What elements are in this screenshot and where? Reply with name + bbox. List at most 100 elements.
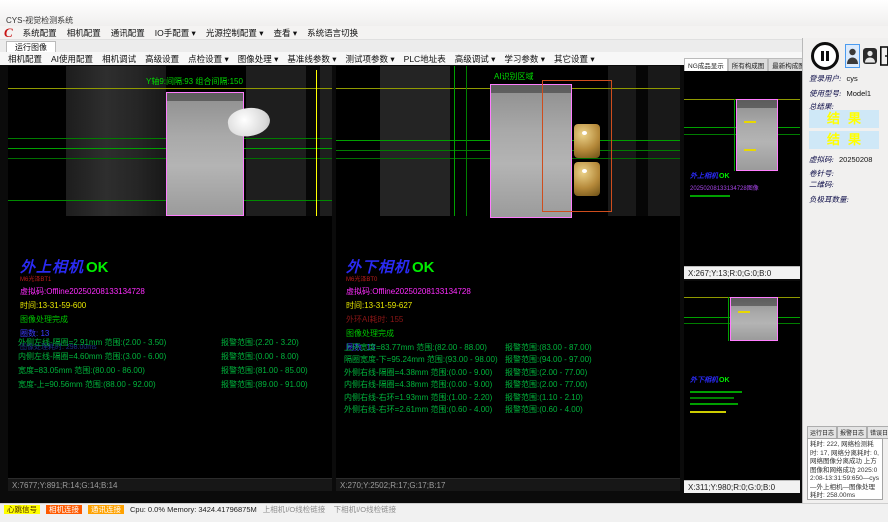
menu-item-language-switch[interactable]: 系统语言切换	[307, 27, 358, 39]
measurement-table: 上环宽度=83.77mm 范围:(82.00 - 88.00)报警范围:(83.…	[344, 342, 674, 416]
title-bar: CYS-视觉检测系统	[0, 0, 888, 26]
toolbar-other-settings[interactable]: 其它设置 ▾	[554, 53, 595, 65]
measure-line-green	[466, 66, 467, 216]
tiny-text-row	[690, 195, 730, 197]
ok-status: OK	[412, 259, 435, 276]
toolbar-learning-params[interactable]: 学习参数 ▾	[504, 53, 545, 65]
measurement-row: 宽度=83.05mm 范围:(80.00 - 86.00)报警范围:(81.00…	[18, 364, 328, 378]
menu-item-io-config[interactable]: IO手配置 ▾	[155, 27, 196, 39]
tab-feature-blob	[574, 162, 600, 196]
product-roi	[730, 297, 778, 341]
measurement-row: 隔圈宽度-下=95.24mm 范围:(93.00 - 98.00)报警范围:(9…	[344, 354, 674, 366]
camera-image-small-bottom: 外下相机OK	[684, 281, 800, 480]
log-text-area: 耗时: 222, 网络检测耗时: 17, 网络分离耗时: 0, 网络图像分离成功…	[807, 438, 883, 500]
camera-view-left[interactable]: Y轴9:间隔:93 组合间隔:150 外上相机OK M6光泽BT1 虚拟码:Of…	[8, 66, 332, 491]
model-value[interactable]: Model1	[847, 89, 872, 98]
field-virtual-code: 虚拟码:20250208	[809, 154, 872, 165]
toolbar-advanced-debug[interactable]: 高级调试 ▾	[455, 53, 496, 65]
control-panel: 登录用户:cys 使用型号:Model1 总结果: 结果 结果 虚拟码:2025…	[802, 38, 888, 503]
ai-elapsed-line: 外环AI耗时: 155	[346, 314, 471, 325]
operator-button[interactable]	[863, 48, 877, 64]
measurement-row: 外侧右线-隔圈=4.38mm 范围:(0.00 - 9.00)报警范围:(2.0…	[344, 367, 674, 379]
exit-button[interactable]	[880, 46, 888, 66]
app-logo-icon: C	[4, 27, 13, 39]
menu-item-light-config[interactable]: 光源控制配置 ▾	[206, 27, 264, 39]
measure-line-green	[728, 297, 729, 341]
field-model: 使用型号:Model1	[809, 88, 871, 99]
menu-bar: C 系统配置 相机配置 通讯配置 IO手配置 ▾ 光源控制配置 ▾ 查看 ▾ 系…	[0, 26, 888, 40]
camera-image-small-top: 外上相机OK 20250208133134728图像	[684, 71, 800, 266]
tab-feature-blob	[574, 124, 600, 158]
menu-item-camera-config[interactable]: 相机配置	[67, 27, 101, 39]
toolbar-image-processing[interactable]: 图像处理 ▾	[238, 53, 279, 65]
toolbar-camera-config[interactable]: 相机配置	[8, 53, 42, 65]
tiny-text-row	[690, 391, 742, 393]
camera-view-small-bottom[interactable]: 外下相机OK X:311;Y:980;R:0;G:0;B:0	[684, 281, 800, 493]
virtual-code-line: 虚拟码:Offline20250208133134728	[20, 286, 145, 297]
field-needle-number: 卷针号:	[809, 168, 834, 179]
ok-status: OK	[86, 259, 109, 276]
toolbar-advanced-settings[interactable]: 高级设置	[145, 53, 179, 65]
toolbar-test-params[interactable]: 测试项参数 ▾	[346, 53, 395, 65]
toolbar-camera-debug[interactable]: 相机调试	[102, 53, 136, 65]
pause-button[interactable]	[811, 42, 839, 70]
tab-ng-display[interactable]: NG成品显示	[684, 58, 728, 71]
toolbar: 相机配置 AI使用配置 相机调试 高级设置 点检设置 ▾ 图像处理 ▾ 基准线参…	[0, 52, 802, 66]
cursor-coordinates: X:270;Y:2502;R:17;G:17;B:17	[336, 478, 680, 491]
status-badge-camera: 相机连接	[46, 505, 82, 514]
measurement-row: 外侧右线-右环=2.61mm 范围:(0.60 - 4.00)报警范围:(0.6…	[344, 404, 674, 416]
right-view-tabs: NG成品显示 所有构成图 最新构成图	[684, 58, 800, 72]
user-icon	[846, 45, 859, 67]
small-view-result: 外上相机OK	[690, 171, 730, 181]
status-cpu-memory: Cpu: 0.0% Memory: 3424.41796875M	[130, 505, 257, 515]
window-title: CYS-视觉检测系统	[6, 15, 73, 26]
overlay-y-axis-text: Y轴9:间隔:93 组合间隔:150	[146, 76, 243, 87]
status-badge-comm: 通讯连接	[88, 505, 124, 514]
result-box-2: 结果	[809, 131, 879, 149]
menu-item-comm-config[interactable]: 通讯配置	[111, 27, 145, 39]
cursor-coordinates: X:7677;Y:891;R:14;G:14;B:14	[8, 478, 332, 491]
toolbar-spot-check[interactable]: 点检设置 ▾	[188, 53, 229, 65]
field-login-user: 登录用户:cys	[809, 73, 858, 84]
measurement-row: 内侧左线-隔圈=4.60mm 范围:(3.00 - 6.00)报警范围:(0.0…	[18, 350, 328, 364]
measurement-row: 内侧右线-隔圈=4.38mm 范围:(0.00 - 9.00)报警范围:(2.0…	[344, 379, 674, 391]
tiny-text-row	[690, 403, 738, 405]
camera-view-middle[interactable]: AI识别区域 外下相机OK M6光泽BT0 虚拟码:Offline2025020…	[336, 66, 680, 491]
app-window: CYS-视觉检测系统 C 系统配置 相机配置 通讯配置 IO手配置 ▾ 光源控制…	[0, 0, 888, 522]
time-line: 时间:13-31-59-600	[20, 300, 145, 311]
status-badge-heartbeat: 心跳信号	[4, 505, 40, 514]
operator-icon	[863, 48, 877, 64]
tiny-marker	[744, 149, 756, 151]
product-roi	[166, 92, 244, 216]
measurement-row: 宽度-上=90.56mm 范围:(88.00 - 92.00)报警范围:(89.…	[18, 378, 328, 392]
virtual-code-line: 虚拟码:Offline20250208133134728	[346, 286, 471, 297]
pause-icon	[821, 51, 824, 61]
camera-image-left: Y轴9:间隔:93 组合间隔:150 外上相机OK M6光泽BT1 虚拟码:Of…	[8, 66, 332, 478]
tiny-text-row	[690, 411, 726, 413]
tab-all-frames[interactable]: 所有构成图	[728, 58, 769, 71]
small-view-code: 20250208133134728图像	[690, 183, 759, 192]
toolbar-baseline-params[interactable]: 基准线参数 ▾	[287, 53, 336, 65]
menu-item-system-config[interactable]: 系统配置	[23, 27, 57, 39]
field-qr-code: 二维码:	[809, 179, 834, 190]
toolbar-plc-address[interactable]: PLC地址表	[404, 53, 446, 65]
toolbar-ai-config[interactable]: AI使用配置	[51, 53, 93, 65]
menu-item-view[interactable]: 查看 ▾	[273, 27, 297, 39]
measure-line-green	[454, 66, 455, 216]
measure-line-green	[734, 99, 735, 171]
measurement-row: 外侧左线-隔圈=2.91mm 范围:(2.00 - 3.50)报警范围:(2.2…	[18, 336, 328, 350]
small-view-result: 外下相机OK	[690, 375, 730, 385]
measurement-row: 上环宽度=83.77mm 范围:(82.00 - 88.00)报警范围:(83.…	[344, 342, 674, 354]
result-box-1: 结果	[809, 110, 879, 128]
overlay-ai-region-text: AI识别区域	[494, 71, 534, 82]
processing-done-line: 图像处理完成	[346, 328, 471, 339]
tiny-marker	[744, 121, 756, 123]
measure-line-yellow	[316, 70, 317, 216]
status-bar: 心跳信号 相机连接 通讯连接 Cpu: 0.0% Memory: 3424.41…	[0, 503, 888, 522]
camera-view-small-top[interactable]: 外上相机OK 20250208133134728图像 X:267;Y:13;R:…	[684, 71, 800, 279]
user-button[interactable]	[845, 44, 860, 68]
field-negative-tab-count: 负极耳数量:	[809, 194, 849, 205]
tiny-text-row	[690, 397, 734, 399]
baseline-yellow-green	[8, 88, 332, 89]
cursor-coordinates: X:267;Y:13;R:0;G:0;B:0	[684, 266, 800, 279]
